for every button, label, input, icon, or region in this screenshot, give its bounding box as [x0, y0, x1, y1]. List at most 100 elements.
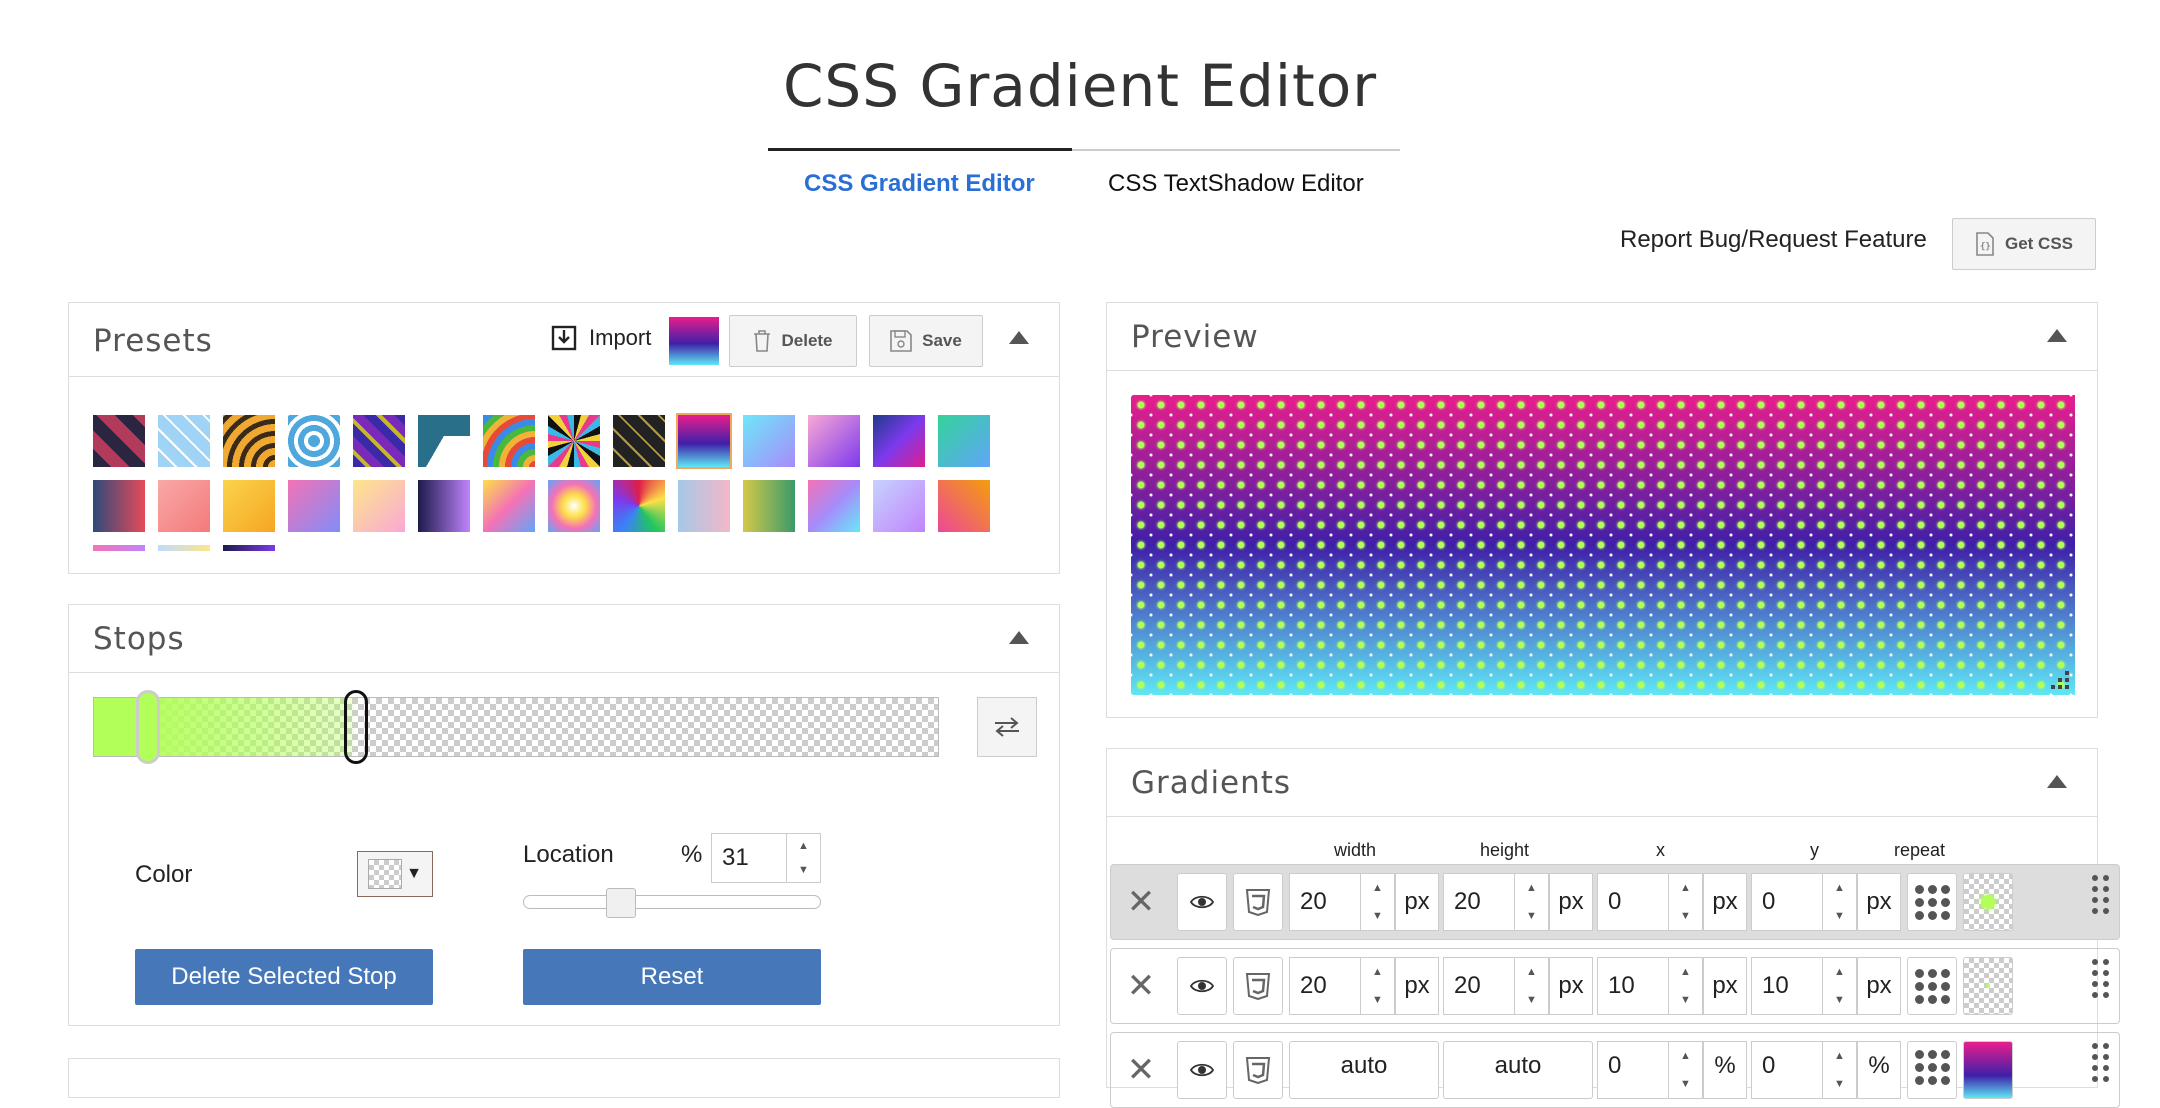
location-slider[interactable] — [523, 888, 821, 918]
get-css-button[interactable]: {} Get CSS — [1952, 218, 2096, 270]
preset-swatch[interactable] — [873, 415, 925, 467]
x-input[interactable]: 0 ▲ ▼ — [1597, 1041, 1703, 1099]
x-unit[interactable]: px — [1703, 957, 1747, 1015]
css3-icon[interactable] — [1233, 873, 1283, 931]
preset-swatch-selected[interactable] — [676, 413, 732, 469]
delete-preset-button[interactable]: Delete — [729, 315, 857, 367]
y-input[interactable]: 0 ▲ ▼ — [1751, 1041, 1857, 1099]
color-stop-handle[interactable] — [136, 690, 160, 764]
delete-selected-stop-button[interactable]: Delete Selected Stop — [135, 949, 433, 1005]
preset-swatch[interactable] — [288, 415, 340, 467]
height-unit[interactable]: px — [1549, 873, 1593, 931]
gradient-row[interactable]: ✕ auto auto 0 ▲ ▼ % 0 ▲ ▼ % — [1110, 1032, 2120, 1108]
repeat-dots-icon[interactable] — [1907, 1041, 1957, 1099]
caret-up-icon[interactable] — [2047, 329, 2067, 342]
preset-swatch[interactable] — [808, 480, 860, 532]
preset-swatch[interactable] — [93, 480, 145, 532]
color-stop-handle-selected[interactable] — [344, 690, 368, 764]
height-unit[interactable]: px — [1549, 957, 1593, 1015]
resize-handle-icon[interactable] — [2051, 671, 2069, 689]
preset-swatch[interactable] — [938, 415, 990, 467]
width-unit[interactable]: px — [1395, 873, 1439, 931]
preset-swatch[interactable] — [808, 415, 860, 467]
swap-stops-button[interactable] — [977, 697, 1037, 757]
gradient-row[interactable]: ✕ 20 ▲ ▼ px 20 ▲ ▼ px 0 ▲ ▼ px 0 ▲ ▼ px — [1110, 864, 2120, 940]
preset-swatch[interactable] — [483, 480, 535, 532]
preset-swatch[interactable] — [158, 415, 210, 467]
gradient-thumbnail[interactable] — [1963, 957, 2013, 1015]
preset-swatch[interactable] — [613, 480, 665, 532]
width-input[interactable]: 20 ▲ ▼ — [1289, 873, 1395, 931]
width-auto[interactable]: auto — [1289, 1041, 1439, 1099]
preset-swatch[interactable] — [743, 480, 795, 532]
close-icon[interactable]: ✕ — [1111, 957, 1171, 1015]
tab-css-textshadow-editor[interactable]: CSS TextShadow Editor — [1108, 170, 1364, 198]
drag-handle-icon[interactable] — [2092, 1043, 2109, 1082]
import-button[interactable]: Import — [551, 325, 651, 351]
y-unit[interactable]: px — [1857, 873, 1901, 931]
preset-swatch[interactable] — [678, 480, 730, 532]
drag-handle-icon[interactable] — [2092, 959, 2109, 998]
preset-swatch[interactable] — [938, 480, 990, 532]
gradient-thumbnail[interactable] — [1963, 1041, 2013, 1099]
css3-icon[interactable] — [1233, 957, 1283, 1015]
tab-css-gradient-editor[interactable]: CSS Gradient Editor — [804, 170, 1035, 198]
x-unit[interactable]: % — [1703, 1041, 1747, 1099]
eye-icon[interactable] — [1177, 957, 1227, 1015]
color-picker-button[interactable]: ▼ — [357, 851, 433, 897]
repeat-dots-icon[interactable] — [1907, 873, 1957, 931]
width-spinner[interactable]: ▲ ▼ — [1360, 874, 1394, 930]
y-input[interactable]: 0 ▲ ▼ — [1751, 873, 1857, 931]
width-spinner[interactable]: ▲ ▼ — [1360, 958, 1394, 1014]
gradient-row[interactable]: ✕ 20 ▲ ▼ px 20 ▲ ▼ px 10 ▲ ▼ px 10 ▲ ▼ px — [1110, 948, 2120, 1024]
location-slider-thumb[interactable] — [606, 888, 636, 918]
caret-up-icon[interactable] — [1009, 631, 1029, 644]
reset-button[interactable]: Reset — [523, 949, 821, 1005]
width-input[interactable]: 20 ▲ ▼ — [1289, 957, 1395, 1015]
y-unit[interactable]: px — [1857, 957, 1901, 1015]
y-unit[interactable]: % — [1857, 1041, 1901, 1099]
close-icon[interactable]: ✕ — [1111, 873, 1171, 931]
height-input[interactable]: 20 ▲ ▼ — [1443, 957, 1549, 1015]
preset-swatch[interactable] — [418, 480, 470, 532]
width-unit[interactable]: px — [1395, 957, 1439, 1015]
preset-swatch[interactable] — [223, 545, 275, 551]
preset-swatch[interactable] — [158, 545, 210, 551]
save-preset-button[interactable]: Save — [869, 315, 983, 367]
x-spinner[interactable]: ▲ ▼ — [1668, 874, 1702, 930]
location-input[interactable]: 31 ▲ ▼ — [711, 833, 821, 883]
preset-swatch[interactable] — [873, 480, 925, 532]
caret-up-icon[interactable] — [2047, 775, 2067, 788]
preset-swatch[interactable] — [483, 415, 535, 467]
caret-up-icon[interactable] — [1009, 331, 1029, 344]
x-spinner[interactable]: ▲ ▼ — [1668, 1042, 1702, 1098]
height-spinner[interactable]: ▲ ▼ — [1514, 874, 1548, 930]
preset-swatch[interactable] — [93, 545, 145, 551]
eye-icon[interactable] — [1177, 1041, 1227, 1099]
height-spinner[interactable]: ▲ ▼ — [1514, 958, 1548, 1014]
location-spinner[interactable]: ▲ ▼ — [786, 834, 820, 882]
preset-swatch[interactable] — [93, 415, 145, 467]
gradient-thumbnail[interactable] — [1963, 873, 2013, 931]
preset-swatch[interactable] — [418, 415, 470, 467]
preset-swatch[interactable] — [158, 480, 210, 532]
x-input[interactable]: 10 ▲ ▼ — [1597, 957, 1703, 1015]
preset-swatch[interactable] — [743, 415, 795, 467]
stop-gradient-bar[interactable] — [93, 690, 939, 764]
preset-swatch[interactable] — [548, 480, 600, 532]
height-auto[interactable]: auto — [1443, 1041, 1593, 1099]
css3-icon[interactable] — [1233, 1041, 1283, 1099]
x-input[interactable]: 0 ▲ ▼ — [1597, 873, 1703, 931]
report-bug-link[interactable]: Report Bug/Request Feature — [1620, 226, 1927, 254]
height-input[interactable]: 20 ▲ ▼ — [1443, 873, 1549, 931]
y-spinner[interactable]: ▲ ▼ — [1822, 958, 1856, 1014]
x-spinner[interactable]: ▲ ▼ — [1668, 958, 1702, 1014]
y-spinner[interactable]: ▲ ▼ — [1822, 874, 1856, 930]
y-spinner[interactable]: ▲ ▼ — [1822, 1042, 1856, 1098]
drag-handle-icon[interactable] — [2092, 875, 2109, 914]
y-input[interactable]: 10 ▲ ▼ — [1751, 957, 1857, 1015]
x-unit[interactable]: px — [1703, 873, 1747, 931]
preset-swatch[interactable] — [223, 415, 275, 467]
close-icon[interactable]: ✕ — [1111, 1041, 1171, 1099]
preset-swatch[interactable] — [288, 480, 340, 532]
